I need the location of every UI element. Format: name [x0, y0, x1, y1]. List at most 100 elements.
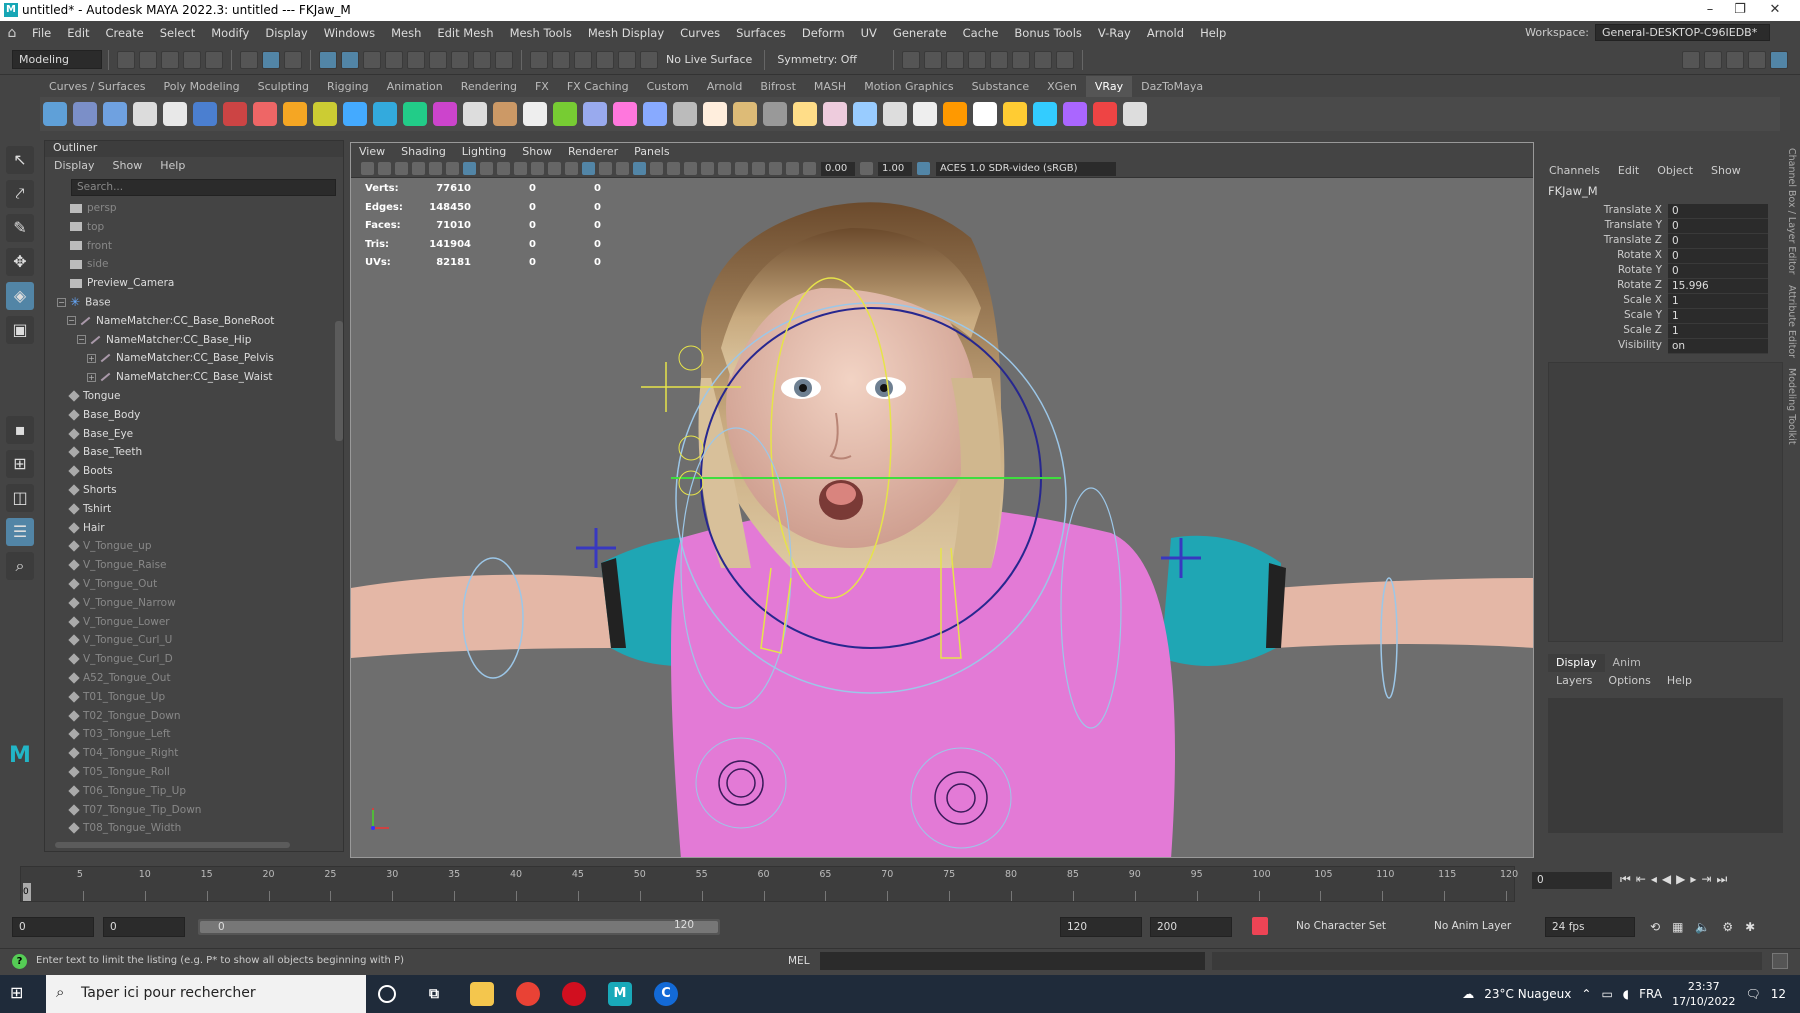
render-view-icon[interactable] [902, 50, 921, 69]
step-back-key-icon[interactable]: ⇤ [1636, 872, 1646, 887]
menu-arnold[interactable]: Arnold [1139, 21, 1192, 45]
vray-shelf-tool-27-icon[interactable] [823, 102, 847, 126]
gate-mask-icon[interactable] [514, 162, 527, 175]
playback-range-bar[interactable]: 0 120 [198, 919, 720, 935]
outliner-item[interactable]: V_Tongue_Raise [45, 556, 335, 575]
pick-mask-deform-icon[interactable] [407, 50, 425, 69]
vray-shelf-tool-14-icon[interactable] [433, 102, 457, 126]
vray-shelf-tool-1-icon[interactable] [43, 102, 67, 126]
vray-shelf-tool-31-icon[interactable] [943, 102, 967, 126]
vray-shelf-tool-30-icon[interactable] [913, 102, 937, 126]
shelf-tab-fx[interactable]: FX [526, 76, 558, 97]
default-material-icon[interactable] [599, 162, 612, 175]
attribute-value-field[interactable]: on [1668, 339, 1768, 354]
outliner-item[interactable]: Base_Teeth [45, 443, 335, 462]
attribute-value-field[interactable]: 1 [1668, 294, 1768, 309]
outliner-item[interactable]: Shorts [45, 481, 335, 500]
vray-shelf-tool-22-icon[interactable] [673, 102, 697, 126]
outliner-item[interactable]: T06_Tongue_Tip_Up [45, 782, 335, 801]
field-chart-icon[interactable] [531, 162, 544, 175]
snap-point-icon[interactable] [574, 50, 592, 69]
snap-view-icon[interactable] [596, 50, 614, 69]
xray-joints-icon[interactable] [769, 162, 782, 175]
pick-mask-icon[interactable] [319, 50, 337, 69]
shelf-tab-bifrost[interactable]: Bifrost [751, 76, 805, 97]
play-backwards-icon[interactable]: ◀ [1662, 872, 1671, 887]
shelf-tab-rendering[interactable]: Rendering [452, 76, 526, 97]
motion-blur-icon[interactable] [701, 162, 714, 175]
anim-prefs-icon[interactable]: ⚙ [1722, 920, 1733, 934]
pick-mask-joints-icon[interactable] [341, 50, 359, 69]
cache-playback-icon[interactable]: ▦ [1672, 920, 1683, 934]
vray-shelf-tool-9-icon[interactable] [283, 102, 307, 126]
attribute-value-field[interactable]: 0 [1668, 249, 1768, 264]
vray-shelf-tool-8-icon[interactable] [253, 102, 277, 126]
attribute-row-visibility[interactable]: Visibility on [1540, 339, 1780, 354]
ambient-occlusion-icon[interactable] [684, 162, 697, 175]
outliner-item[interactable]: Preview_Camera [45, 274, 335, 293]
attribute-value-field[interactable]: 0 [1668, 264, 1768, 279]
viewport-menu-lighting[interactable]: Lighting [454, 143, 514, 160]
live-surface-label[interactable]: No Live Surface [660, 53, 758, 66]
file-explorer-icon[interactable] [470, 982, 494, 1006]
vray-shelf-tool-20-icon[interactable] [613, 102, 637, 126]
scale-tool-icon[interactable]: ▣ [6, 316, 34, 344]
light-editor-icon[interactable] [1034, 50, 1053, 69]
vray-shelf-tool-34-icon[interactable] [1033, 102, 1057, 126]
select-tool-icon[interactable]: ↖ [6, 146, 34, 174]
character-controls-icon[interactable]: ✱ [1745, 920, 1755, 934]
character-set-dropdown[interactable]: No Character Set [1290, 917, 1410, 937]
vray-shelf-tool-11-icon[interactable] [343, 102, 367, 126]
menu-edit[interactable]: Edit [59, 21, 97, 45]
smooth-shade-icon[interactable] [582, 162, 595, 175]
outliner-item[interactable]: top [45, 218, 335, 237]
vray-shelf-tool-24-icon[interactable] [733, 102, 757, 126]
shelf-tab-vray[interactable]: VRay [1085, 76, 1133, 97]
vray-shelf-tool-2-icon[interactable] [73, 102, 97, 126]
menu-file[interactable]: File [24, 21, 59, 45]
attribute-row-translate-x[interactable]: Translate X 0 [1540, 204, 1780, 219]
scene-start-field[interactable]: 0 [12, 917, 94, 937]
go-to-end-icon[interactable]: ⏭ [1716, 872, 1727, 887]
modeling-toolkit-icon[interactable] [1682, 50, 1700, 69]
select-hierarchy-icon[interactable] [240, 50, 258, 69]
shelf-tab-sculpting[interactable]: Sculpting [249, 76, 318, 97]
outliner-item[interactable]: T03_Tongue_Left [45, 725, 335, 744]
outliner-item[interactable]: Boots [45, 462, 335, 481]
time-slider-track[interactable]: 5 10 15 20 25 30 35 40 45 50 55 60 65 70 75 80 85 90 95 100… [20, 866, 1518, 902]
menu-display[interactable]: Display [257, 21, 315, 45]
outliner-item[interactable]: − NameMatcher:CC_Base_Hip [45, 331, 335, 350]
menu-help[interactable]: Help [1192, 21, 1234, 45]
attribute-row-rotate-z[interactable]: Rotate Z 15.996 [1540, 279, 1780, 294]
menu-select[interactable]: Select [152, 21, 203, 45]
two-panel-layout-icon[interactable]: ◫ [6, 484, 34, 512]
taskbar-search[interactable]: ⌕ Taper ici pour rechercher [46, 975, 366, 1013]
sound-icon[interactable]: 🔈 [1695, 920, 1710, 934]
use-lights-icon[interactable] [650, 162, 663, 175]
vray-shelf-tool-29-icon[interactable] [883, 102, 907, 126]
shelf-tab-custom[interactable]: Custom [638, 76, 698, 97]
view-transform-dropdown[interactable]: ACES 1.0 SDR-video (sRGB) [936, 161, 1116, 176]
outliner-item[interactable]: − ✳ Base [45, 293, 335, 312]
expand-toggle-icon[interactable]: − [57, 297, 66, 307]
bookmark-icon[interactable] [395, 162, 408, 175]
tool-settings-icon[interactable] [1748, 50, 1766, 69]
pick-mask-curves-icon[interactable] [363, 50, 381, 69]
snap-live-icon[interactable] [640, 50, 658, 69]
play-forwards-icon[interactable]: ▶ [1676, 872, 1685, 887]
outliner-item[interactable]: front [45, 237, 335, 256]
attribute-row-translate-y[interactable]: Translate Y 0 [1540, 219, 1780, 234]
outliner-item[interactable]: V_Tongue_Curl_U [45, 631, 335, 650]
outliner-item[interactable]: T02_Tongue_Down [45, 707, 335, 726]
safe-action-icon[interactable] [548, 162, 561, 175]
command-line-input[interactable] [820, 952, 1205, 970]
channel-box-menu-object[interactable]: Object [1648, 162, 1702, 180]
close-button[interactable]: ✕ [1755, 2, 1795, 17]
layer-menu-help[interactable]: Help [1659, 672, 1700, 690]
vray-shelf-tool-25-icon[interactable] [763, 102, 787, 126]
vray-shelf-tool-18-icon[interactable] [553, 102, 577, 126]
attribute-editor-icon[interactable] [1726, 50, 1744, 69]
2d-pan-zoom-icon[interactable] [429, 162, 442, 175]
xray-icon[interactable] [752, 162, 765, 175]
attribute-value-field[interactable]: 1 [1668, 309, 1768, 324]
